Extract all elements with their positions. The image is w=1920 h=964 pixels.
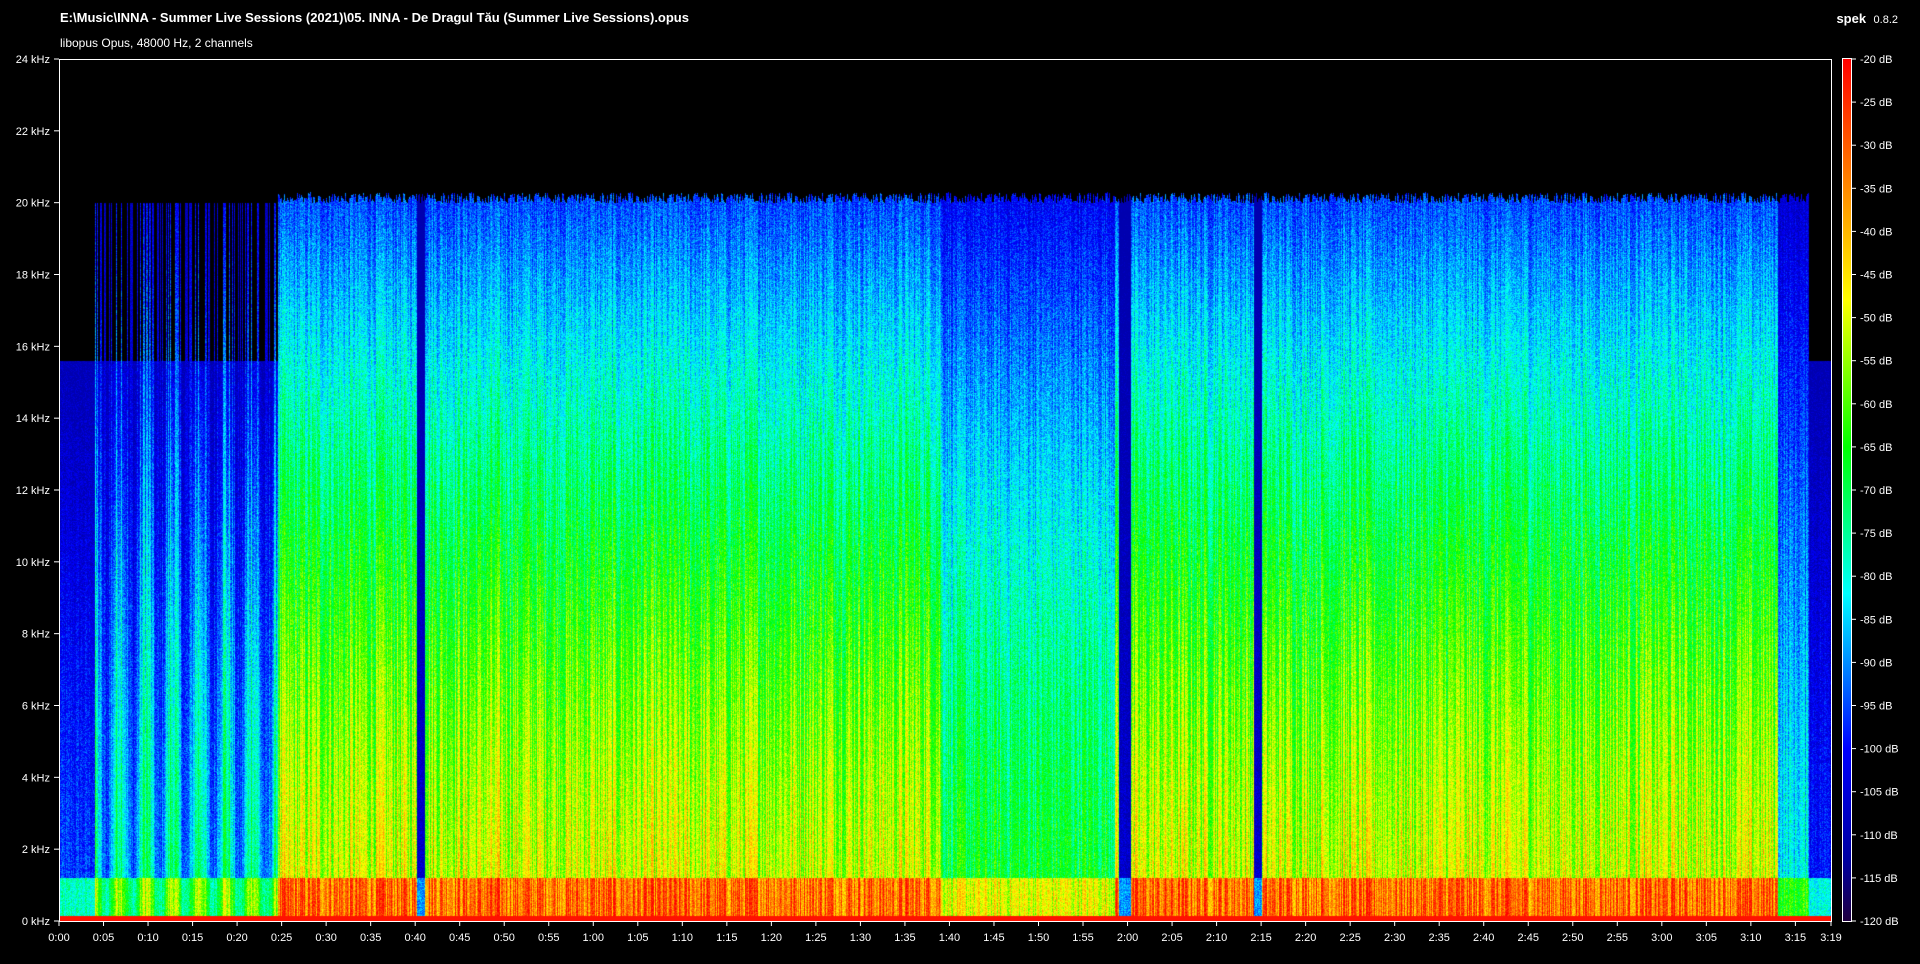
time-tick-label: 1:00 [583, 932, 604, 944]
time-tick-label: 1:15 [716, 932, 737, 944]
db-tick-label: -55 dB [1860, 356, 1892, 368]
time-tick-label: 0:20 [226, 932, 247, 944]
time-tick-label: 1:50 [1028, 932, 1049, 944]
db-tick-label: -20 dB [1860, 54, 1892, 66]
db-tick-label: -95 dB [1860, 701, 1892, 713]
db-tick-label: -110 dB [1860, 830, 1898, 842]
freq-tick-label: 18 kHz [16, 270, 50, 282]
db-tick-label: -80 dB [1860, 571, 1892, 583]
db-tick-label: -50 dB [1860, 313, 1892, 325]
time-tick-label: 1:10 [672, 932, 693, 944]
audio-info: libopus Opus, 48000 Hz, 2 channels [60, 36, 253, 50]
file-path-title: E:\Music\INNA - Summer Live Sessions (20… [60, 10, 689, 25]
freq-tick-label: 0 kHz [22, 916, 50, 928]
time-tick-label: 0:40 [404, 932, 425, 944]
db-tick-label: -45 dB [1860, 270, 1892, 282]
freq-tick-label: 16 kHz [16, 341, 50, 353]
time-tick-label: 2:35 [1428, 932, 1449, 944]
db-tick-label: -60 dB [1860, 399, 1892, 411]
time-tick-label: 2:00 [1117, 932, 1138, 944]
db-tick-label: -30 dB [1860, 140, 1892, 152]
db-tick-label: -75 dB [1860, 528, 1892, 540]
db-tick-label: -65 dB [1860, 442, 1892, 454]
time-tick-label: 1:35 [894, 932, 915, 944]
time-tick-label: 2:20 [1295, 932, 1316, 944]
time-tick-label: 0:30 [315, 932, 336, 944]
spectrogram-image [59, 59, 1831, 921]
freq-tick-label: 12 kHz [16, 485, 50, 497]
time-tick-label: 2:40 [1473, 932, 1494, 944]
db-scale-axis: -20 dB -25 dB -30 dB -35 dB -40 dB -45 dB -50 … [1852, 54, 1899, 928]
time-tick-label: 2:45 [1518, 932, 1539, 944]
time-tick-label: 1:05 [627, 932, 648, 944]
db-color-bar [1843, 59, 1851, 921]
time-tick-label: 1:25 [805, 932, 826, 944]
freq-tick-label: 22 kHz [16, 126, 50, 138]
time-tick-label: 0:15 [182, 932, 203, 944]
time-tick-label: 0:00 [48, 932, 69, 944]
freq-tick-label: 2 kHz [22, 844, 50, 856]
time-tick-label: 2:50 [1562, 932, 1583, 944]
frequency-axis: 0 kHz 2 kHz 4 kHz 6 kHz 8 kHz 10 kHz 12 kHz 14 … [16, 54, 59, 928]
time-tick-label: 1:45 [983, 932, 1004, 944]
freq-tick-label: 24 kHz [16, 54, 50, 66]
time-tick-label: 2:30 [1384, 932, 1405, 944]
time-tick-label: 0:45 [449, 932, 470, 944]
time-tick-label: 2:55 [1607, 932, 1628, 944]
time-tick-label: 0:35 [360, 932, 381, 944]
db-tick-label: -25 dB [1860, 97, 1892, 109]
time-tick-label: 2:25 [1339, 932, 1360, 944]
time-tick-label: 1:30 [850, 932, 871, 944]
time-tick-label: 3:05 [1696, 932, 1717, 944]
time-tick-label: 3:19 [1820, 932, 1841, 944]
db-tick-label: -100 dB [1860, 744, 1899, 756]
freq-tick-label: 14 kHz [16, 413, 50, 425]
time-tick-label: 3:10 [1740, 932, 1761, 944]
db-tick-label: -85 dB [1860, 614, 1892, 626]
time-tick-label: 0:05 [93, 932, 114, 944]
time-tick-label: 0:10 [137, 932, 158, 944]
db-tick-label: -70 dB [1860, 485, 1892, 497]
time-axis: 0:00 0:05 0:10 0:15 0:20 0:25 0:30 0:35 0:40 0:45… [48, 921, 1842, 944]
time-tick-label: 2:15 [1250, 932, 1271, 944]
app-version: 0.8.2 [1873, 14, 1898, 26]
time-tick-label: 1:55 [1072, 932, 1093, 944]
db-tick-label: -115 dB [1860, 873, 1898, 885]
db-tick-label: -90 dB [1860, 657, 1892, 669]
time-tick-label: 0:25 [271, 932, 292, 944]
time-tick-label: 1:40 [939, 932, 960, 944]
freq-tick-label: 4 kHz [22, 772, 50, 784]
app-name: spek [1836, 11, 1867, 26]
db-tick-label: -40 dB [1860, 226, 1892, 238]
freq-tick-label: 6 kHz [22, 701, 50, 713]
app-brand: spek 0.8.2 [1836, 10, 1898, 28]
time-tick-label: 0:55 [538, 932, 559, 944]
time-tick-label: 3:00 [1651, 932, 1672, 944]
time-tick-label: 0:50 [494, 932, 515, 944]
db-color-bar-frame [1842, 58, 1852, 922]
freq-tick-label: 8 kHz [22, 629, 50, 641]
time-tick-label: 1:20 [761, 932, 782, 944]
time-tick-label: 2:10 [1206, 932, 1227, 944]
time-tick-label: 2:05 [1161, 932, 1182, 944]
freq-tick-label: 10 kHz [16, 557, 50, 569]
db-tick-label: -120 dB [1860, 916, 1899, 928]
db-tick-label: -35 dB [1860, 183, 1892, 195]
freq-tick-label: 20 kHz [16, 198, 50, 210]
db-tick-label: -105 dB [1860, 787, 1899, 799]
time-tick-label: 3:15 [1785, 932, 1806, 944]
